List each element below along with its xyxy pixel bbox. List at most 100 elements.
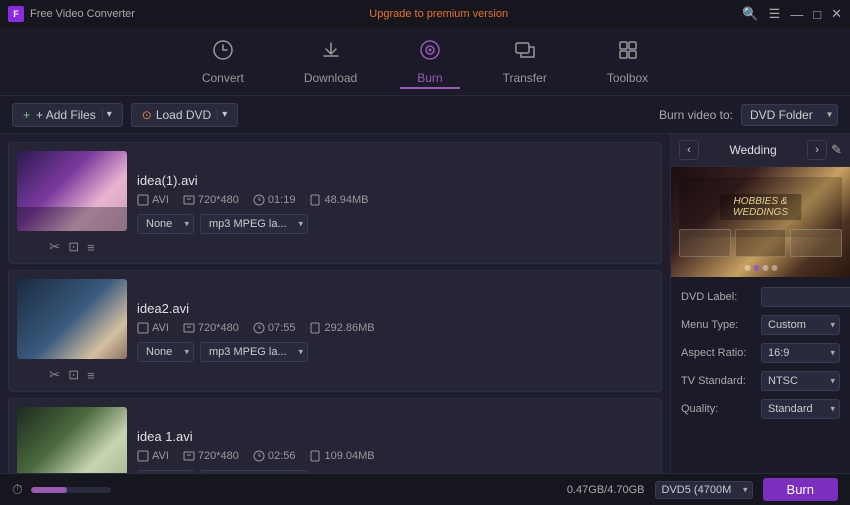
audio-select[interactable]: mp3 MPEG la... xyxy=(200,470,308,474)
transfer-icon xyxy=(514,39,536,67)
quality-select[interactable]: Standard High Low xyxy=(761,399,840,419)
theme-dots xyxy=(744,265,777,271)
main-content: ✂ ⊡ ≡ idea(1).avi AVI 720*480 xyxy=(0,134,850,473)
thumb-controls: ✂ ⊡ ≡ xyxy=(47,239,96,255)
file-list: ✂ ⊡ ≡ idea(1).avi AVI 720*480 xyxy=(0,134,670,473)
file-thumbnail xyxy=(17,279,127,359)
file-info: idea 1.avi AVI 720*480 02:56 xyxy=(137,429,653,474)
nav-download[interactable]: Download xyxy=(294,35,367,89)
storage-info: 0.47GB/4.70GB xyxy=(567,484,645,496)
crop-icon[interactable]: ⊡ xyxy=(66,239,81,255)
tv-standard-row: TV Standard: NTSC PAL xyxy=(681,371,840,391)
file-format: AVI xyxy=(137,450,169,462)
search-icon[interactable]: 🔍 xyxy=(742,6,758,22)
file-resolution: 720*480 xyxy=(183,194,239,206)
theme-next-button[interactable]: › xyxy=(807,140,827,160)
load-dvd-arrow[interactable]: ▾ xyxy=(217,109,227,120)
load-dvd-label: Load DVD xyxy=(156,108,211,122)
settings-icon[interactable]: ≡ xyxy=(85,240,97,255)
file-controls: None mp3 MPEG la... xyxy=(137,470,653,474)
nav-download-label: Download xyxy=(304,71,357,85)
audio-select[interactable]: mp3 MPEG la... xyxy=(200,342,308,362)
audio-select-wrap: mp3 MPEG la... xyxy=(200,342,308,362)
nav-convert-label: Convert xyxy=(202,71,244,85)
dot-2 xyxy=(753,265,759,271)
upgrade-link[interactable]: Upgrade to premium version xyxy=(369,8,508,20)
add-files-label: + Add Files xyxy=(36,108,96,122)
burn-destination-select-wrap: DVD Folder ISO File DVD Disc xyxy=(741,104,838,126)
app-icon: F xyxy=(8,6,24,22)
file-meta: AVI 720*480 02:56 109.04MB xyxy=(137,450,653,462)
toolbox-icon xyxy=(617,39,639,67)
dvd-label-row: DVD Label: xyxy=(681,287,840,307)
close-icon[interactable]: ✕ xyxy=(831,6,842,22)
nav-toolbox[interactable]: Toolbox xyxy=(597,35,658,89)
aspect-ratio-row: Aspect Ratio: 16:9 4:3 xyxy=(681,343,840,363)
file-thumbnail xyxy=(17,407,127,473)
nav-burn[interactable]: Burn xyxy=(407,35,452,89)
theme-prev-button[interactable]: ‹ xyxy=(679,140,699,160)
file-item: ✂ ⊡ ≡ idea2.avi AVI 720*480 xyxy=(8,270,662,392)
aspect-ratio-select-wrap: 16:9 4:3 xyxy=(761,343,840,363)
dvd-type-select-wrap: DVD5 (4700M DVD9 (8500M xyxy=(655,481,753,499)
format-select-wrap: None xyxy=(137,214,194,234)
download-icon xyxy=(320,39,342,67)
thumb-controls: ✂ ⊡ ≡ xyxy=(47,367,96,383)
format-select[interactable]: None xyxy=(137,342,194,362)
dvd-type-select[interactable]: DVD5 (4700M DVD9 (8500M xyxy=(655,481,753,499)
file-info: idea2.avi AVI 720*480 07:55 xyxy=(137,301,653,362)
edit-icon[interactable]: ✎ xyxy=(831,142,842,158)
tv-standard-select[interactable]: NTSC PAL xyxy=(761,371,840,391)
format-select[interactable]: None xyxy=(137,214,194,234)
menu-type-row: Menu Type: Custom Standard None xyxy=(681,315,840,335)
aspect-ratio-label: Aspect Ratio: xyxy=(681,347,757,359)
tv-standard-select-wrap: NTSC PAL xyxy=(761,371,840,391)
file-duration: 02:56 xyxy=(253,450,296,462)
settings-icon[interactable]: ≡ xyxy=(85,368,97,383)
file-info: idea(1).avi AVI 720*480 01:19 xyxy=(137,173,653,234)
menu-type-select[interactable]: Custom Standard None xyxy=(761,315,840,335)
burn-button[interactable]: Burn xyxy=(763,478,838,501)
crop-icon[interactable]: ⊡ xyxy=(66,367,81,383)
dot-1 xyxy=(744,265,750,271)
progress-area: ⏱ xyxy=(12,481,111,498)
nav-transfer[interactable]: Transfer xyxy=(493,35,557,89)
maximize-icon[interactable]: □ xyxy=(813,7,821,22)
dvd-label-input[interactable] xyxy=(761,287,850,307)
file-meta: AVI 720*480 01:19 48.94MB xyxy=(137,194,653,206)
nav-bar: Convert Download Burn Transfer xyxy=(0,28,850,96)
aspect-ratio-select[interactable]: 16:9 4:3 xyxy=(761,343,840,363)
minimize-icon[interactable]: — xyxy=(790,7,803,22)
quality-row: Quality: Standard High Low xyxy=(681,399,840,419)
add-files-arrow[interactable]: ▾ xyxy=(102,109,112,120)
nav-convert[interactable]: Convert xyxy=(192,35,254,89)
theme-name: Wedding xyxy=(729,143,776,157)
burn-destination-select[interactable]: DVD Folder ISO File DVD Disc xyxy=(741,104,838,126)
burn-icon xyxy=(419,39,441,67)
theme-preview-main: HOBBIES & WEDDINGS xyxy=(679,177,842,237)
title-bar: F Free Video Converter Upgrade to premiu… xyxy=(0,0,850,28)
file-name: idea 1.avi xyxy=(137,429,653,444)
burn-to-label: Burn video to: xyxy=(659,108,733,122)
menu-icon[interactable]: ☰ xyxy=(769,6,781,22)
format-select[interactable]: None xyxy=(137,470,194,474)
file-duration: 01:19 xyxy=(253,194,296,206)
convert-icon xyxy=(212,39,234,67)
format-select-wrap: None xyxy=(137,470,194,474)
title-bar-left: F Free Video Converter xyxy=(8,6,135,22)
file-format: AVI xyxy=(137,194,169,206)
dot-4 xyxy=(771,265,777,271)
theme-preview: HOBBIES & WEDDINGS xyxy=(671,167,850,277)
progress-bar xyxy=(31,487,111,493)
add-files-button[interactable]: + + Add Files ▾ xyxy=(12,103,123,127)
file-duration: 07:55 xyxy=(253,322,296,334)
load-dvd-button[interactable]: ⊙ Load DVD ▾ xyxy=(131,103,238,127)
title-bar-controls: 🔍 ☰ — □ ✕ xyxy=(742,6,842,22)
audio-select[interactable]: mp3 MPEG la... xyxy=(200,214,308,234)
right-panel: ‹ Wedding › ✎ HOBBIES & WEDDINGS xyxy=(670,134,850,473)
file-controls: None mp3 MPEG la... xyxy=(137,214,653,234)
trim-icon[interactable]: ✂ xyxy=(47,367,62,383)
thumb-2 xyxy=(735,229,787,257)
trim-icon[interactable]: ✂ xyxy=(47,239,62,255)
menu-type-label: Menu Type: xyxy=(681,319,757,331)
